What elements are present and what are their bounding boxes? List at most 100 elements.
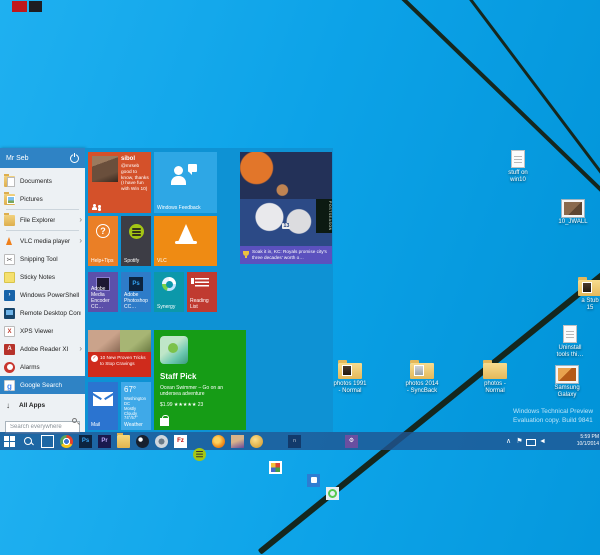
desktop-icon-photo[interactable]: 10_JWALL (551, 200, 595, 226)
overlay-badge-red (12, 1, 27, 12)
tile-health-fitness[interactable]: ✓ 10 New Proven Tricks to Stop Cravings (88, 330, 151, 377)
menu-item-alarms[interactable]: Alarms (0, 358, 85, 376)
tile-photoshop[interactable]: Ps Adobe Photoshop CC… (121, 272, 151, 312)
tile-spotify[interactable]: Spotify (121, 216, 151, 266)
task-view-icon[interactable] (41, 435, 54, 448)
menu-item-google-search[interactable]: gGoogle Search (0, 376, 85, 394)
photoshop-icon: Ps (129, 277, 143, 291)
menu-item-label: Google Search (20, 382, 62, 389)
tile-people[interactable]: sibol @mrseb good to know, thanks (I hav… (88, 152, 151, 213)
color-grid-app-icon[interactable] (269, 461, 282, 474)
network-icon[interactable] (525, 438, 536, 449)
submenu-arrow-icon[interactable]: › (79, 237, 82, 245)
tile-store[interactable]: Staff Pick Ocean Swimmer – Go on an unde… (154, 330, 246, 430)
folder-preview (414, 365, 424, 376)
ring-app-icon[interactable] (326, 487, 339, 500)
steam-icon[interactable] (136, 435, 149, 448)
desktop-icon-photo[interactable]: Samsung Galaxy (545, 366, 589, 399)
menu-item-powershell[interactable]: ›Windows PowerShell (0, 286, 85, 304)
file-explorer-icon (4, 215, 15, 226)
desktop-icon-label: Samsung (545, 385, 589, 392)
submenu-arrow-icon[interactable]: › (79, 345, 82, 353)
premiere-icon[interactable]: Pr (98, 435, 111, 448)
menu-item-rdp[interactable]: Remote Desktop Connection (0, 304, 85, 322)
menu-item-snipping-tool[interactable]: ✂Snipping Tool (0, 250, 85, 268)
menu-item-sticky-notes[interactable]: Sticky Notes (0, 268, 85, 286)
text-file-icon (563, 325, 577, 343)
tile-help-tips[interactable]: Help+Tips (88, 216, 118, 266)
desktop-icon-doc[interactable]: stuff on win10 (496, 150, 540, 184)
desktop-icon-label: win10 (496, 177, 540, 184)
headphones-app-icon[interactable]: ∩ (288, 435, 301, 448)
action-center-flag-icon[interactable]: ⚑ (514, 436, 525, 447)
all-apps-button[interactable]: ↓ All Apps (0, 398, 85, 412)
vlc-cone-icon (4, 236, 15, 247)
submenu-arrow-icon[interactable]: › (79, 216, 82, 224)
volume-icon[interactable]: ◄ (537, 436, 548, 447)
desktop-icon-folder[interactable]: photos 2014 - SyncBack (400, 363, 444, 395)
menu-item-label: Remote Desktop Connection (20, 310, 81, 317)
menu-item-pictures[interactable]: Pictures (0, 190, 85, 208)
desktop-icon-label: a Stub (568, 298, 600, 305)
desktop-icon-doc[interactable]: Uninstall tools thi… (548, 325, 592, 359)
tile-windows-feedback[interactable]: Windows Feedback (154, 152, 217, 213)
headline-text: 10 New Proven Tricks to Stop Cravings (100, 355, 149, 366)
search-icon[interactable] (72, 418, 77, 423)
scoreboard-text: POSTSEASON (316, 199, 332, 233)
messaging-app-icon[interactable] (307, 474, 320, 487)
sticky-note-icon (4, 272, 15, 283)
desktop-icon-label: photos 1991 (328, 381, 372, 388)
menu-item-vlc[interactable]: VLC media player› (0, 232, 85, 250)
tile-mail[interactable]: Mail (88, 382, 118, 430)
menu-separator (6, 209, 79, 210)
powershell-icon: › (4, 290, 15, 301)
taskbar-search-icon[interactable] (22, 435, 35, 448)
firefox-icon[interactable] (212, 435, 225, 448)
people-icon (92, 207, 97, 210)
menu-item-adobe-reader[interactable]: AAdobe Reader XI› (0, 340, 85, 358)
hidden-icons-chevron[interactable]: ∧ (503, 436, 514, 447)
desktop-icon-label: photos 2014 (400, 381, 444, 388)
desktop-icon-folder[interactable]: photos - Normal (473, 363, 517, 395)
photoshop-icon[interactable]: Ps (79, 435, 92, 448)
tile-label: Reading List (190, 298, 215, 310)
desktop-icon-label: 15 (568, 305, 600, 312)
chrome-icon[interactable] (60, 435, 73, 448)
user-name[interactable]: Mr Seb (6, 155, 29, 162)
gold-app-icon[interactable] (250, 435, 263, 448)
menu-item-xps-viewer[interactable]: XXPS Viewer (0, 322, 85, 340)
desktop-icon-label: Uninstall (548, 345, 592, 352)
desktop-icon-folder-clipped[interactable]: a Stub 15 (568, 280, 600, 312)
taskbar-clock[interactable]: 5:59 PM 10/1/2014 (553, 434, 599, 448)
menu-item-documents[interactable]: Documents (0, 172, 85, 190)
documents-icon (4, 176, 15, 187)
tile-weather[interactable]: 67° Washington DC Mostly Cloudy 74°/57° … (121, 382, 151, 430)
high-low: 74°/57° (124, 415, 138, 420)
filezilla-icon[interactable]: Fz (174, 435, 187, 448)
media-app-icon[interactable] (155, 435, 168, 448)
question-mark-icon (96, 224, 110, 238)
menu-item-label: File Explorer (20, 217, 55, 224)
desktop-icon-folder[interactable]: photos 1991 - Normal (328, 363, 372, 395)
menu-item-file-explorer[interactable]: File Explorer › (0, 211, 85, 229)
start-button[interactable] (3, 435, 16, 448)
xps-icon: X (4, 326, 15, 337)
tile-vlc[interactable]: VLC (154, 216, 217, 266)
character-app-icon[interactable] (231, 435, 244, 448)
menu-item-label: Alarms (20, 364, 40, 371)
tile-reading-list[interactable]: Reading List (187, 272, 217, 312)
tile-sports-news[interactable]: POSTSEASON 13 Soak it in, KC: Royals pro… (240, 152, 332, 264)
tile-label: Mail (91, 422, 116, 428)
folder-icon (410, 363, 434, 379)
remote-desktop-icon (4, 308, 15, 319)
desktop-icon-label: tools thi… (548, 352, 592, 359)
rating-stars: ★★★★★ (174, 402, 196, 408)
power-icon[interactable] (70, 154, 79, 163)
start-menu: Mr Seb Documents Pictures File Explorer ›… (0, 148, 85, 432)
settings-gear-icon[interactable]: ⚙ (345, 435, 358, 448)
tile-media-encoder[interactable]: Adobe Media Encoder CC… (88, 272, 118, 312)
file-explorer-icon[interactable] (117, 435, 130, 448)
menu-item-label: Snipping Tool (20, 256, 58, 263)
tile-synergy[interactable]: Synergy (154, 272, 184, 312)
spotify-icon[interactable] (193, 448, 206, 461)
